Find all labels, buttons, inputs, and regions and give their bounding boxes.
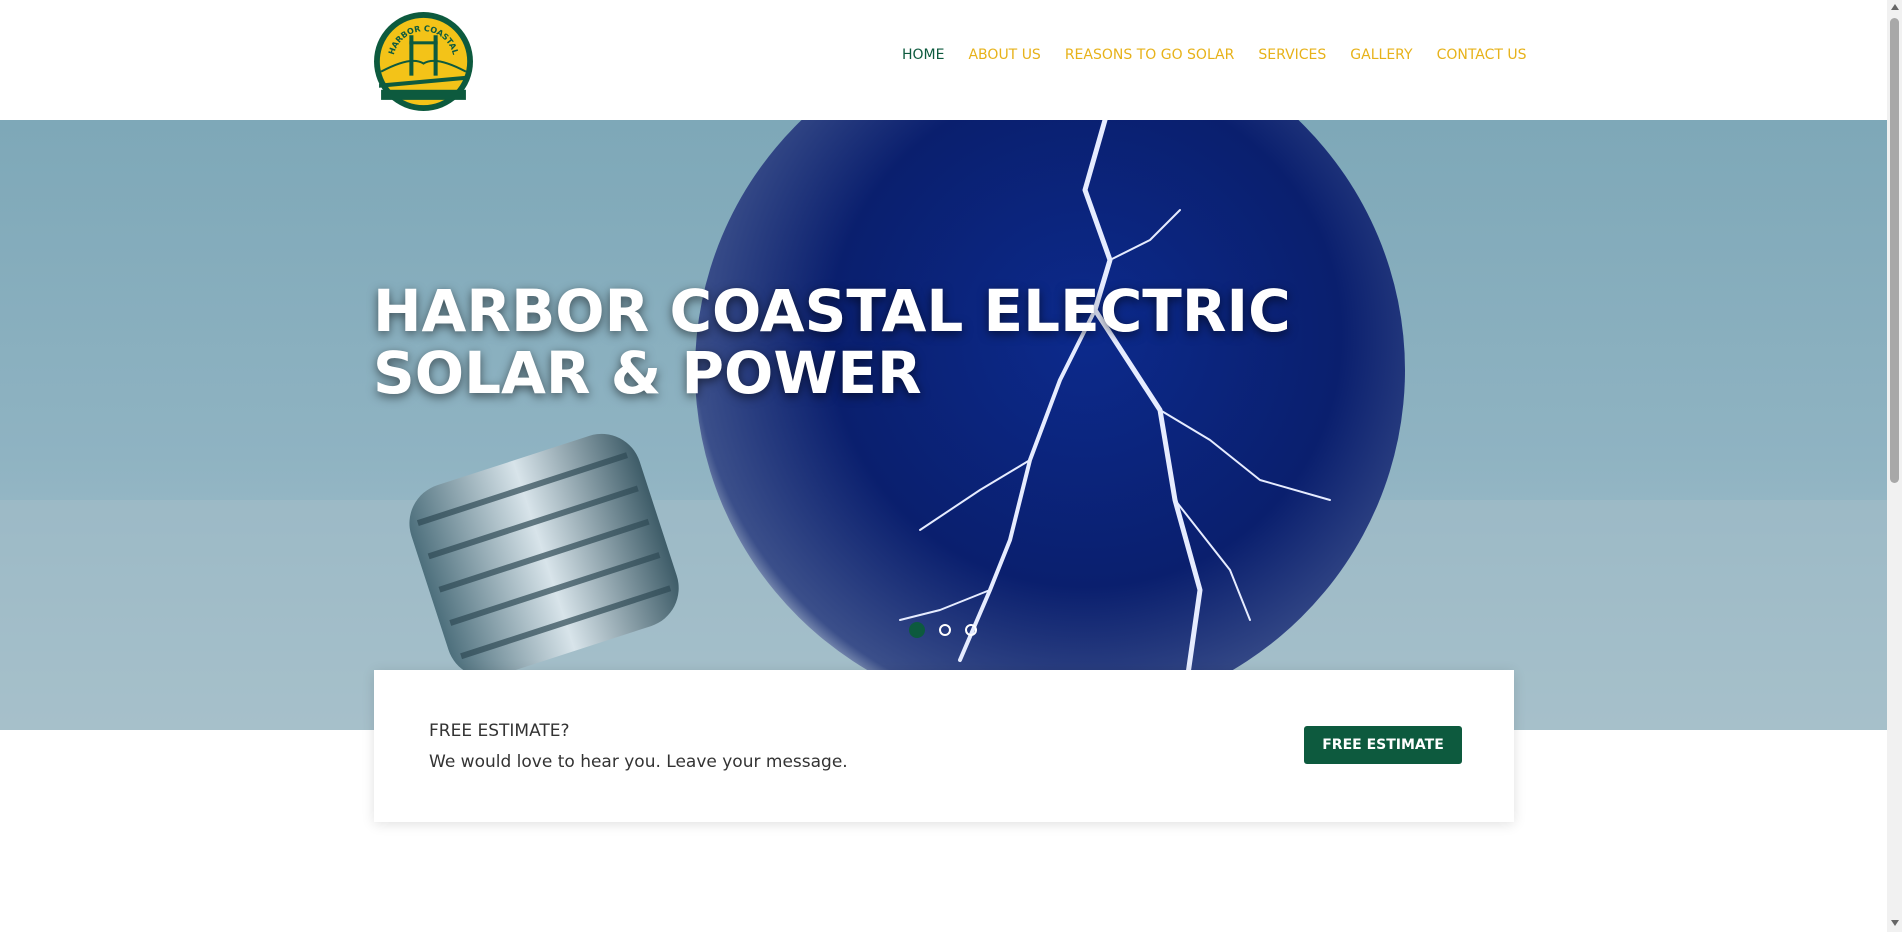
free-estimate-callout: FREE ESTIMATE? We would love to hear you…	[374, 670, 1514, 822]
nav-home[interactable]: HOME	[902, 47, 944, 63]
nav-services[interactable]: SERVICES	[1258, 47, 1326, 63]
free-estimate-button[interactable]: FREE ESTIMATE	[1304, 726, 1462, 764]
page-scrollbar[interactable]	[1887, 0, 1902, 932]
hero-title-line-2: SOLAR & POWER	[373, 339, 922, 407]
lightbulb-lightning-image	[0, 120, 1887, 730]
scroll-down-icon[interactable]	[1891, 920, 1899, 926]
hero-slider: HARBOR COASTAL ELECTRIC SOLAR & POWER	[0, 120, 1887, 730]
hero-title-line-1: HARBOR COASTAL ELECTRIC	[373, 277, 1291, 345]
slider-dot-3[interactable]	[965, 624, 977, 636]
main-nav: HOME ABOUT US REASONS TO GO SOLAR SERVIC…	[902, 47, 1527, 63]
nav-reasons-to-go-solar[interactable]: REASONS TO GO SOLAR	[1065, 47, 1235, 63]
scrollbar-thumb[interactable]	[1890, 18, 1899, 483]
slider-pagination	[909, 622, 977, 638]
cta-text: We would love to hear you. Leave your me…	[429, 752, 848, 772]
slider-dot-1[interactable]	[909, 622, 925, 638]
scroll-up-icon[interactable]	[1891, 4, 1899, 10]
harbor-coastal-logo[interactable]: HARBOR COASTAL	[373, 11, 474, 112]
nav-about-us[interactable]: ABOUT US	[968, 47, 1040, 63]
hero-title: HARBOR COASTAL ELECTRIC SOLAR & POWER	[373, 280, 1291, 404]
nav-gallery[interactable]: GALLERY	[1350, 47, 1412, 63]
site-header: HARBOR COASTAL HOME ABOUT US REASONS TO …	[0, 0, 1887, 120]
cta-heading: FREE ESTIMATE?	[429, 721, 570, 741]
nav-contact-us[interactable]: CONTACT US	[1437, 47, 1527, 63]
slider-dot-2[interactable]	[939, 624, 951, 636]
